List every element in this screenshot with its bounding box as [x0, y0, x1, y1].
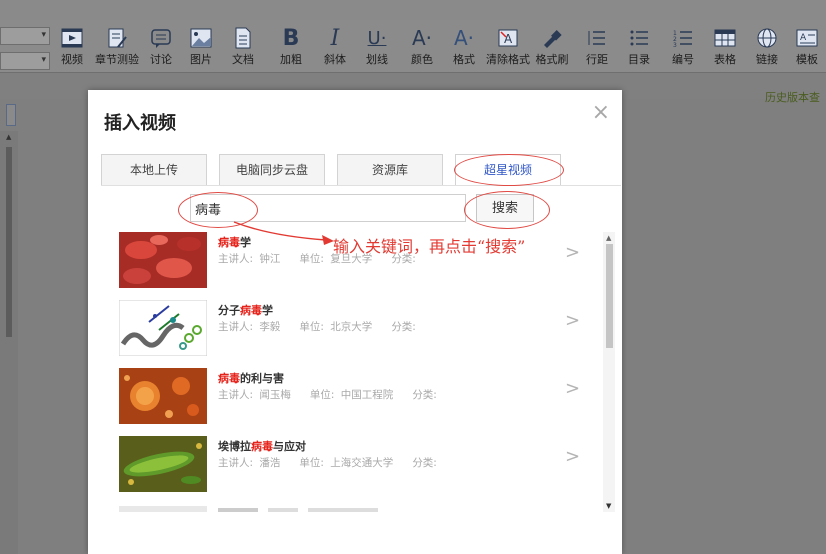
result-title[interactable]: 分子病毒学 [218, 302, 273, 318]
insert-video-dialog: 插入视频 × 本地上传 电脑同步云盘 资源库 超星视频 搜索 输入关键词，再点击… [88, 90, 622, 554]
line-spacing-icon [582, 25, 612, 51]
underline-icon: U· [367, 27, 387, 49]
result-list: 病毒学 主讲人: 钟江 单位: 复旦大学 分类: > 分子病毒学 主讲人: 李毅… [118, 230, 602, 510]
list-item[interactable]: 分子病毒学 主讲人: 李毅 单位: 北京大学 分类: > [118, 300, 588, 370]
chevron-right-icon[interactable]: > [565, 242, 580, 263]
toolbar-italic-button[interactable]: I 斜体 [320, 25, 350, 67]
svg-text:3: 3 [673, 42, 677, 48]
table-icon [710, 25, 740, 51]
scroll-thumb[interactable] [606, 244, 613, 348]
chevron-right-icon[interactable]: > [565, 446, 580, 467]
quiz-icon [92, 25, 142, 51]
history-version-link[interactable]: 历史版本查 [765, 89, 820, 105]
toolbar-image-button[interactable]: 图片 [186, 25, 216, 67]
toolbar-link-button[interactable]: 链接 [752, 25, 782, 67]
list-item[interactable]: 病毒学 主讲人: 钟江 单位: 复旦大学 分类: > [118, 232, 588, 302]
left-panel-scrollbar[interactable]: ▲ [0, 131, 18, 554]
list-item[interactable]: 病毒的利与害 主讲人: 闻玉梅 单位: 中国工程院 分类: > [118, 368, 588, 438]
chevron-right-icon[interactable]: > [565, 310, 580, 331]
result-meta: 主讲人: 闻玉梅 单位: 中国工程院 分类: [218, 389, 437, 401]
font-size-select[interactable]: ▾ [0, 52, 50, 70]
link-icon [752, 25, 782, 51]
left-edge-marker [6, 104, 16, 126]
scroll-up-icon[interactable]: ▲ [606, 234, 611, 242]
toolbar-template-button[interactable]: A 模板 [792, 25, 822, 67]
toolbar-document-button[interactable]: 文档 [228, 25, 258, 67]
toolbar-underline-button[interactable]: U· 划线 [360, 25, 394, 67]
dialog-title: 插入视频 [104, 113, 176, 134]
italic-icon: I [330, 25, 340, 51]
partial-list-item [119, 506, 378, 512]
toolbar-quiz-button[interactable]: 章节测验 [92, 25, 142, 67]
result-meta: 主讲人: 潘浩 单位: 上海交通大学 分类: [218, 457, 437, 469]
toolbar-toc-button[interactable]: 目录 [624, 25, 654, 67]
toolbar-clear-format-button[interactable]: A 清除格式 [484, 25, 532, 67]
tab-chaoxing-video[interactable]: 超星视频 [455, 154, 561, 186]
result-title[interactable]: 病毒的利与害 [218, 370, 284, 386]
scroll-up-icon: ▲ [6, 133, 12, 141]
toolbar-format-painter-button[interactable]: 格式刷 [534, 25, 570, 67]
chevron-right-icon[interactable]: > [565, 378, 580, 399]
template-icon: A [792, 25, 822, 51]
chevron-down-icon: ▾ [41, 55, 46, 65]
toolbar-video-button[interactable]: 视频 [57, 25, 87, 67]
search-input[interactable] [190, 194, 466, 222]
molecule-thumbnail [119, 300, 207, 356]
chevron-down-icon: ▾ [41, 30, 46, 40]
toolbar-font-format-button[interactable]: A· 格式 [448, 25, 480, 67]
search-button[interactable]: 搜索 [476, 194, 534, 222]
editor-toolbar: ▾ ▾ 视频 章节测验 讨论 图片 文档 B 加粗 I 斜体 U· 划线 A· … [0, 20, 826, 73]
image-icon [186, 25, 216, 51]
close-icon[interactable]: × [592, 100, 610, 125]
bold-icon: B [282, 25, 300, 51]
font-format-icon: A· [453, 26, 475, 50]
red-cells-thumbnail [119, 232, 207, 288]
toc-icon [624, 25, 654, 51]
toolbar-discussion-button[interactable]: 讨论 [146, 25, 176, 67]
toolbar-numbering-button[interactable]: 123 编号 [668, 25, 698, 67]
tab-cloud-sync[interactable]: 电脑同步云盘 [219, 154, 325, 185]
top-strip [0, 0, 826, 20]
svg-text:A: A [504, 32, 513, 46]
result-title[interactable]: 病毒学 [218, 234, 251, 250]
scroll-down-icon[interactable]: ▼ [606, 502, 611, 510]
clear-format-icon: A [484, 25, 532, 51]
toolbar-line-spacing-button[interactable]: 行距 [582, 25, 612, 67]
document-icon [228, 25, 258, 51]
toolbar-table-button[interactable]: 表格 [710, 25, 740, 67]
font-color-icon: A· [411, 26, 433, 50]
format-painter-icon [534, 25, 570, 51]
font-family-select[interactable]: ▾ [0, 27, 50, 45]
numbering-icon: 123 [668, 25, 698, 51]
tab-local-upload[interactable]: 本地上传 [101, 154, 207, 185]
discussion-icon [146, 25, 176, 51]
result-list-scrollbar[interactable]: ▲ ▼ [603, 232, 615, 512]
result-meta: 主讲人: 李毅 单位: 北京大学 分类: [218, 321, 416, 333]
video-icon [57, 25, 87, 51]
result-meta: 主讲人: 钟江 单位: 复旦大学 分类: [218, 253, 416, 265]
result-title[interactable]: 埃博拉病毒与应对 [218, 438, 306, 454]
virus-orange-thumbnail [119, 368, 207, 424]
bacteria-green-thumbnail [119, 436, 207, 492]
list-item[interactable]: 埃博拉病毒与应对 主讲人: 潘浩 单位: 上海交通大学 分类: > [118, 436, 588, 506]
svg-text:A: A [800, 33, 807, 43]
toolbar-bold-button[interactable]: B 加粗 [276, 25, 306, 67]
tab-divider [101, 185, 621, 186]
scroll-thumb[interactable] [6, 147, 12, 337]
toolbar-font-color-button[interactable]: A· 颜色 [406, 25, 438, 67]
tab-resource-library[interactable]: 资源库 [337, 154, 443, 185]
